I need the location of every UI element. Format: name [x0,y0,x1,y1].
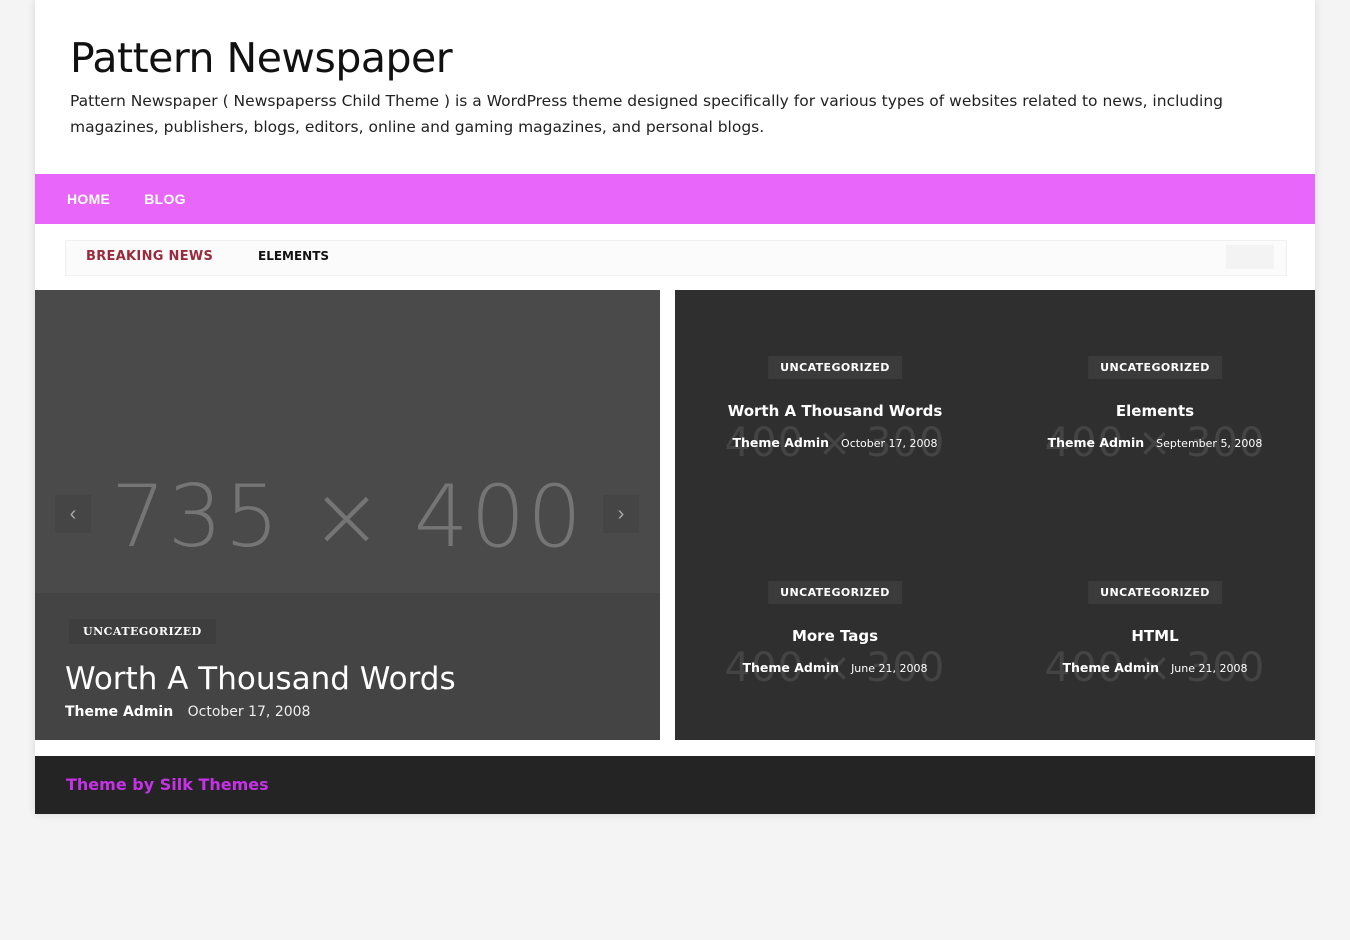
post-card[interactable]: 400 × 300 UNCATEGORIZED More Tags Theme … [675,515,995,740]
site-title[interactable]: Pattern Newspaper [70,34,453,82]
card-category-badge[interactable]: UNCATEGORIZED [1088,581,1222,604]
card-category-badge[interactable]: UNCATEGORIZED [768,356,902,379]
featured-content: 735 × 400 ‹ › UNCATEGORIZED Worth A Thou… [35,290,1315,756]
slide-image-placeholder[interactable]: 735 × 400 [35,290,660,593]
card-author[interactable]: Theme Admin [1048,435,1145,450]
page-wrapper: Pattern Newspaper Pattern Newspaper ( Ne… [35,0,1315,814]
card-title[interactable]: Worth A Thousand Words [675,402,995,420]
card-meta: Theme Admin October 17, 2008 [675,435,995,450]
slide-title[interactable]: Worth A Thousand Words [65,661,456,697]
slide-category-badge[interactable]: UNCATEGORIZED [69,619,216,644]
slide-date: October 17, 2008 [187,704,311,720]
card-meta: Theme Admin September 5, 2008 [995,435,1315,450]
ticker-controls[interactable] [1226,245,1274,269]
footer-credit-link[interactable]: Theme by Silk Themes [66,775,269,794]
nav-item-home[interactable]: HOME [67,191,110,207]
slide-meta: Theme Admin October 17, 2008 [65,704,310,720]
slide-author[interactable]: Theme Admin [65,704,173,720]
breaking-news-ticker: BREAKING NEWS ELEMENTS [65,240,1287,276]
site-footer: Theme by Silk Themes [35,756,1315,814]
breaking-news-label: BREAKING NEWS [86,249,214,264]
card-title[interactable]: HTML [995,627,1315,645]
card-category-badge[interactable]: UNCATEGORIZED [1088,356,1222,379]
chevron-left-icon: ‹ [69,502,77,525]
featured-slider: 735 × 400 ‹ › UNCATEGORIZED Worth A Thou… [35,290,660,740]
slide-placeholder-text: 735 × 400 [110,466,585,567]
nav-item-blog[interactable]: BLOG [144,191,186,207]
post-card[interactable]: 400 × 300 UNCATEGORIZED Worth A Thousand… [675,290,995,515]
site-description: Pattern Newspaper ( Newspaperss Child Th… [70,92,1224,136]
post-grid: 400 × 300 UNCATEGORIZED Worth A Thousand… [675,290,1315,740]
card-title[interactable]: Elements [995,402,1315,420]
card-date: October 17, 2008 [841,437,938,450]
card-category-badge[interactable]: UNCATEGORIZED [768,581,902,604]
card-author[interactable]: Theme Admin [742,660,839,675]
ticker-area: BREAKING NEWS ELEMENTS [35,224,1315,290]
card-meta: Theme Admin June 21, 2008 [995,660,1315,675]
post-card[interactable]: 400 × 300 UNCATEGORIZED Elements Theme A… [995,290,1315,515]
card-title[interactable]: More Tags [675,627,995,645]
chevron-right-icon: › [617,502,625,525]
slider-next-button[interactable]: › [603,495,639,533]
card-date: June 21, 2008 [851,662,928,675]
card-author[interactable]: Theme Admin [1062,660,1159,675]
card-date: September 5, 2008 [1156,437,1263,450]
main-navigation: HOME BLOG [35,174,1315,224]
site-header: Pattern Newspaper Pattern Newspaper ( Ne… [35,0,1315,174]
post-card[interactable]: 400 × 300 UNCATEGORIZED HTML Theme Admin… [995,515,1315,740]
slider-prev-button[interactable]: ‹ [55,495,91,533]
card-author[interactable]: Theme Admin [732,435,829,450]
card-date: June 21, 2008 [1171,662,1248,675]
ticker-item-link[interactable]: ELEMENTS [258,249,329,263]
slide-caption: UNCATEGORIZED Worth A Thousand Words The… [35,593,660,740]
card-meta: Theme Admin June 21, 2008 [675,660,995,675]
